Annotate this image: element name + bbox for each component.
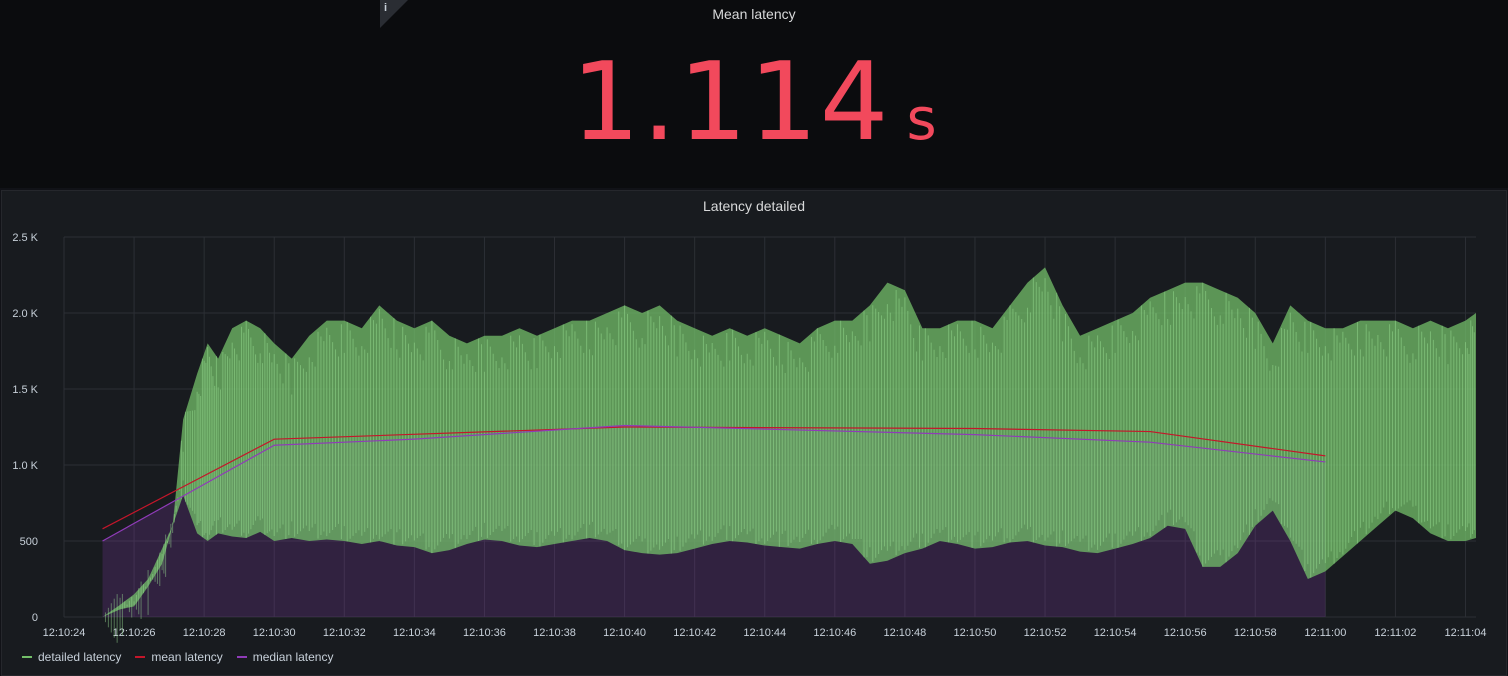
x-tick-label: 12:10:48 xyxy=(883,627,926,639)
x-tick-label: 12:10:54 xyxy=(1094,627,1137,639)
legend-swatch xyxy=(135,656,146,658)
x-tick-label: 12:11:00 xyxy=(1304,627,1346,639)
stat-number: 1.114 xyxy=(571,40,891,165)
y-tick-label: 2.0 K xyxy=(12,308,38,320)
x-tick-label: 12:10:30 xyxy=(253,627,296,639)
y-tick-label: 1.5 K xyxy=(12,384,38,396)
x-tick-label: 12:10:24 xyxy=(43,627,86,639)
graph-panel: Latency detailed 0 500 1.0 K 1.5 K 2.0 K 2.5 … xyxy=(1,190,1507,676)
chart-legend: detailed latency mean latency median laten… xyxy=(22,650,333,664)
x-tick-label: 12:10:44 xyxy=(743,627,786,639)
x-tick-label: 12:10:58 xyxy=(1234,627,1277,639)
x-tick-label: 12:10:32 xyxy=(323,627,366,639)
legend-label: detailed latency xyxy=(38,650,122,664)
legend-item[interactable]: mean latency xyxy=(135,650,223,664)
stat-title: Mean latency xyxy=(712,6,796,22)
x-tick-label: 12:10:50 xyxy=(954,627,997,639)
legend-item[interactable]: median latency xyxy=(236,650,334,664)
legend-swatch xyxy=(236,656,247,658)
y-tick-label: 500 xyxy=(20,536,38,548)
x-tick-label: 12:11:04 xyxy=(1444,627,1486,639)
y-tick-label: 2.5 K xyxy=(12,232,38,244)
x-tick-label: 12:10:28 xyxy=(183,627,226,639)
x-tick-label: 12:10:26 xyxy=(113,627,156,639)
stat-unit: s xyxy=(906,85,937,153)
stat-value: 1.114 s xyxy=(0,40,1508,165)
legend-label: median latency xyxy=(252,650,334,664)
latency-chart[interactable]: 0 500 1.0 K 1.5 K 2.0 K 2.5 K 12:10:24 12:10:26… xyxy=(2,191,1506,675)
x-tick-label: 12:10:38 xyxy=(533,627,576,639)
y-tick-label: 0 xyxy=(32,612,38,624)
x-tick-label: 12:10:56 xyxy=(1164,627,1207,639)
y-tick-label: 1.0 K xyxy=(12,460,38,472)
x-tick-label: 12:10:34 xyxy=(393,627,436,639)
x-tick-label: 12:11:02 xyxy=(1374,627,1416,639)
x-tick-label: 12:10:36 xyxy=(463,627,506,639)
x-tick-label: 12:10:46 xyxy=(813,627,856,639)
legend-swatch xyxy=(22,656,32,658)
stat-panel: i Mean latency 1.114 s xyxy=(0,0,1508,188)
legend-label: mean latency xyxy=(151,650,223,664)
x-tick-label: 12:10:42 xyxy=(673,627,716,639)
legend-item[interactable]: detailed latency xyxy=(22,650,121,664)
x-tick-label: 12:10:52 xyxy=(1024,627,1067,639)
x-tick-label: 12:10:40 xyxy=(603,627,646,639)
